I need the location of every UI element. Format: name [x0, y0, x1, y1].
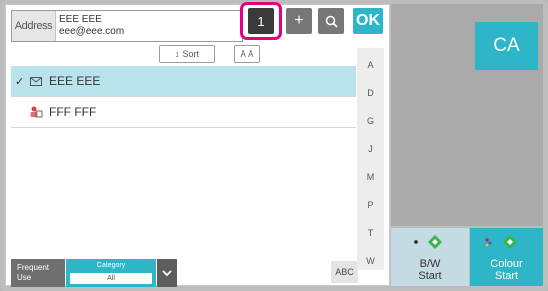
colour-start-line1: Colour — [490, 258, 523, 270]
address-email: eee@eee.com — [59, 26, 125, 37]
bw-start-label: B/W Start — [391, 258, 469, 282]
index-letter[interactable]: P — [357, 200, 384, 210]
contact-name: EEE EEE — [49, 74, 101, 88]
contact-name: FFF FFF — [49, 105, 97, 119]
email-icon — [27, 76, 45, 86]
index-letter[interactable]: T — [357, 228, 384, 238]
sort-icon: ↕ — [174, 49, 180, 59]
sort-label: Sort — [182, 49, 199, 59]
bw-start-line1: B/W — [419, 258, 441, 270]
checkmark-icon: ✓ — [15, 75, 25, 88]
chevron-down-icon — [162, 269, 172, 276]
add-address-button[interactable]: + — [286, 8, 312, 34]
address-field[interactable]: Address EEE EEE eee@eee.com — [11, 10, 243, 42]
frequent-use-button[interactable]: Frequent Use — [11, 259, 65, 287]
index-letter[interactable]: W — [357, 256, 384, 266]
category-dropdown-button[interactable] — [157, 259, 177, 287]
start-icon — [414, 235, 442, 249]
frequent-use-line2: Use — [17, 273, 32, 282]
abc-button[interactable]: ABC — [331, 261, 358, 283]
category-label: Category — [96, 262, 126, 269]
address-name: EEE EEE — [59, 14, 102, 25]
ok-button[interactable]: OK — [353, 8, 383, 34]
address-book-panel: Address EEE EEE eee@eee.com ↕ Sort Ā Ā ✓… — [5, 4, 390, 287]
frequent-use-line1: Frequent — [17, 263, 50, 272]
group-contact-icon — [27, 106, 45, 118]
colour-start-icon — [485, 235, 517, 249]
address-count-button[interactable]: 1 — [248, 8, 274, 34]
address-label: Address — [12, 11, 56, 41]
kana-sort-button[interactable]: Ā Ā — [234, 45, 260, 63]
index-letter[interactable]: A — [357, 60, 384, 70]
index-letter[interactable]: M — [357, 172, 384, 182]
bw-start-button[interactable]: B/W Start — [391, 228, 469, 286]
search-icon — [325, 15, 338, 28]
colour-start-button[interactable]: Colour Start — [470, 228, 543, 286]
ca-button[interactable]: CA — [475, 22, 538, 70]
index-letter[interactable]: G — [357, 116, 384, 126]
sort-button[interactable]: ↕ Sort — [159, 45, 215, 63]
plus-icon: + — [294, 12, 304, 29]
bw-start-line2: Start — [418, 270, 442, 282]
contact-row[interactable]: ✓ EEE EEE — [11, 66, 356, 97]
contact-row[interactable]: FFF FFF — [11, 97, 356, 128]
search-button[interactable] — [318, 8, 344, 34]
index-letter[interactable]: J — [357, 144, 384, 154]
index-bar: A D G J M P T W — [357, 48, 384, 270]
category-selector[interactable]: Category All — [66, 259, 156, 287]
contact-list: ✓ EEE EEE FFF FFF — [11, 66, 356, 128]
category-value: All — [70, 273, 152, 284]
colour-start-label: Colour Start — [470, 258, 543, 282]
device-screen: Address EEE EEE eee@eee.com ↕ Sort Ā Ā ✓… — [0, 0, 548, 291]
colour-start-line2: Start — [494, 270, 519, 282]
index-letter[interactable]: D — [357, 88, 384, 98]
